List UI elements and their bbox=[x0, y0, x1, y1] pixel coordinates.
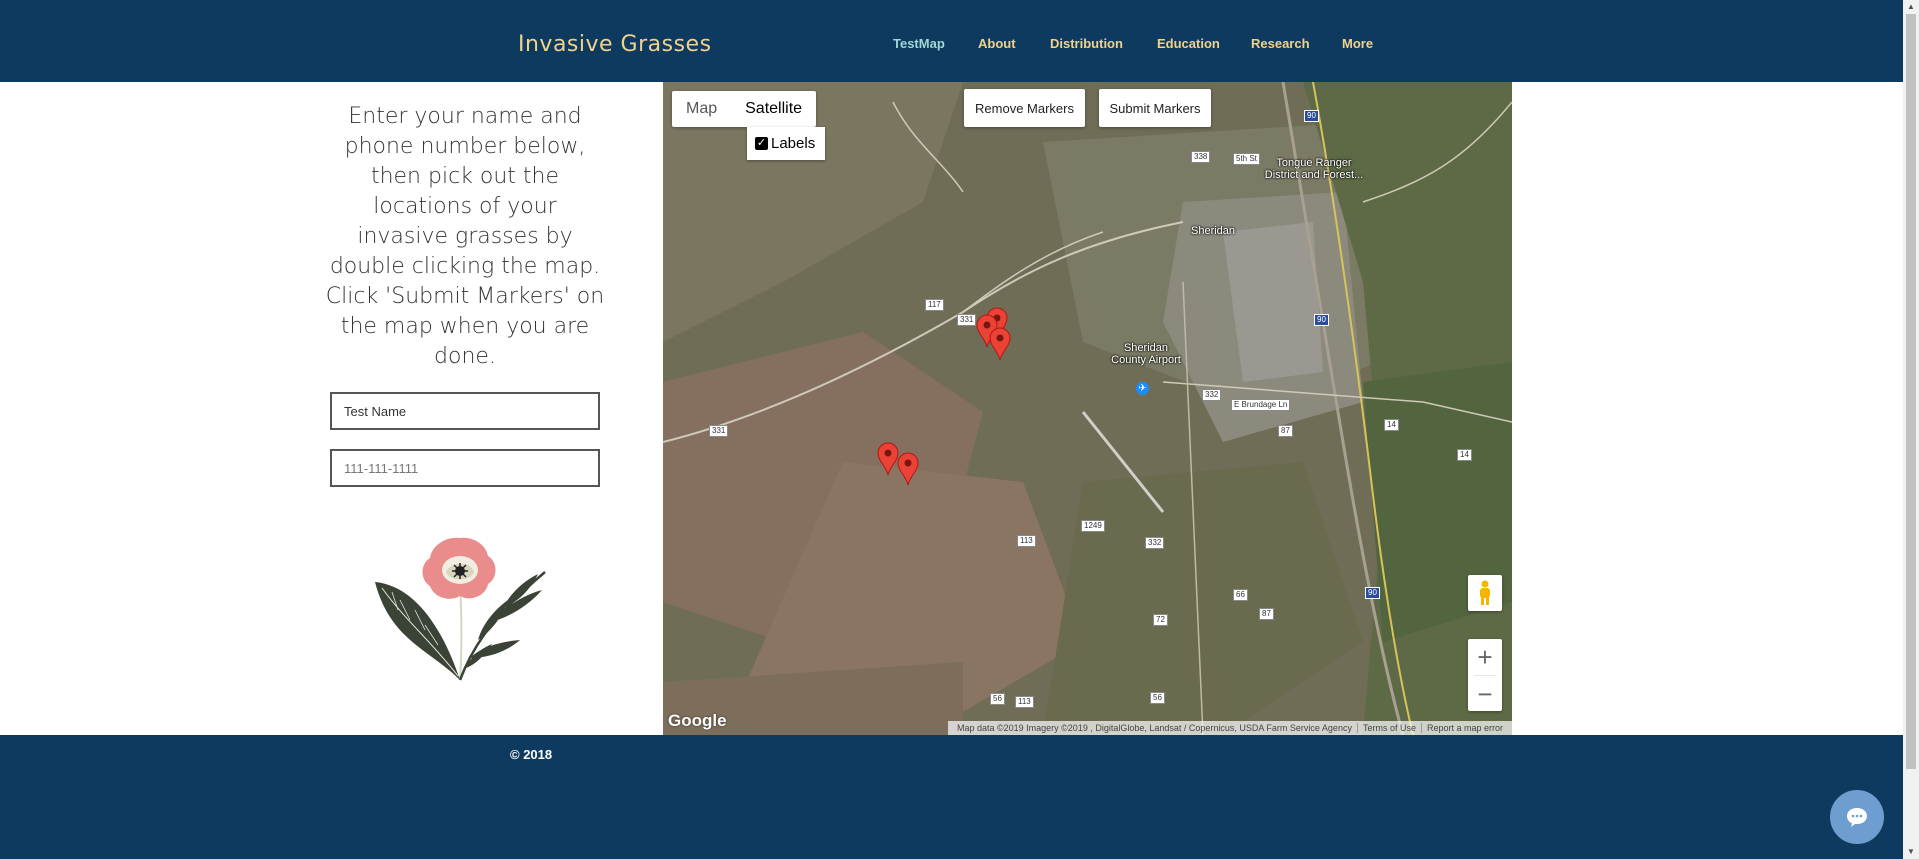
map-marker-icon[interactable] bbox=[877, 442, 899, 476]
name-field-value: Test Name bbox=[344, 403, 407, 419]
map-attribution: Map data ©2019 Imagery ©2019 , DigitalGl… bbox=[947, 721, 1512, 735]
zoom-out-button[interactable]: − bbox=[1468, 676, 1502, 712]
site-footer: © 2018 bbox=[0, 735, 1903, 859]
place-label-airport: Sheridan County Airport bbox=[1111, 342, 1181, 366]
labels-toggle[interactable]: ✓ Labels bbox=[747, 127, 825, 160]
road-shield: 117 bbox=[925, 299, 944, 311]
report-error-link[interactable]: Report a map error bbox=[1422, 723, 1508, 733]
place-label-sheridan: Sheridan bbox=[1191, 225, 1236, 237]
nav-item-research[interactable]: Research bbox=[1251, 36, 1310, 51]
map-marker-icon[interactable] bbox=[897, 452, 919, 486]
terms-link[interactable]: Terms of Use bbox=[1358, 723, 1421, 733]
site-header: Invasive Grasses TestMap About Distribut… bbox=[0, 0, 1903, 82]
road-shield: 113 bbox=[1015, 696, 1034, 708]
road-shield: 5th St bbox=[1233, 153, 1260, 165]
pegman-figure bbox=[1480, 580, 1490, 605]
nav-item-education[interactable]: Education bbox=[1157, 36, 1220, 51]
phone-field[interactable]: 111-111-1111 bbox=[330, 449, 600, 487]
road-shield: 72 bbox=[1153, 614, 1168, 626]
road-shield: 90 bbox=[1304, 110, 1319, 122]
nav-item-about[interactable]: About bbox=[978, 36, 1016, 51]
satellite-imagery bbox=[663, 82, 1512, 735]
map-type-satellite[interactable]: Satellite bbox=[731, 91, 816, 127]
scroll-up-icon[interactable]: ▲ bbox=[1903, 0, 1919, 14]
nav-item-more[interactable]: More bbox=[1342, 36, 1373, 51]
pegman-icon[interactable] bbox=[1468, 575, 1502, 611]
map-type-map[interactable]: Map bbox=[672, 91, 731, 127]
road-shield: 90 bbox=[1365, 587, 1380, 599]
road-shield: 332 bbox=[1145, 537, 1165, 549]
road-shield: 338 bbox=[1191, 151, 1211, 163]
road-shield: 14 bbox=[1457, 449, 1472, 461]
road-shield: 113 bbox=[1017, 535, 1036, 547]
scroll-down-icon[interactable]: ▼ bbox=[1903, 845, 1919, 859]
road-shield: 1249 bbox=[1081, 520, 1105, 532]
google-logo: Google bbox=[668, 711, 727, 730]
attribution-text: Map data ©2019 Imagery ©2019 , DigitalGl… bbox=[956, 723, 1352, 733]
scroll-thumb[interactable] bbox=[1906, 14, 1916, 769]
nav-item-testmap[interactable]: TestMap bbox=[893, 36, 945, 51]
road-shield: 332 bbox=[1202, 389, 1222, 401]
zoom-in-button[interactable]: + bbox=[1468, 639, 1502, 675]
labels-toggle-label: Labels bbox=[771, 135, 816, 152]
road-shield: 56 bbox=[1150, 692, 1165, 704]
road-shield: 56 bbox=[990, 693, 1005, 705]
road-shield: 90 bbox=[1314, 314, 1329, 326]
road-shield: 14 bbox=[1384, 419, 1399, 431]
chat-button[interactable] bbox=[1830, 790, 1884, 844]
page-scrollbar[interactable]: ▲ ▼ bbox=[1903, 0, 1919, 859]
page: Invasive Grasses TestMap About Distribut… bbox=[0, 0, 1919, 859]
name-field[interactable]: Test Name bbox=[330, 392, 600, 430]
phone-field-placeholder: 111-111-1111 bbox=[344, 460, 419, 476]
flower-illustration bbox=[375, 537, 546, 681]
submit-markers-button[interactable]: Submit Markers bbox=[1099, 89, 1211, 127]
map-type-control: Map Satellite bbox=[672, 91, 817, 127]
chat-icon bbox=[1847, 808, 1867, 827]
place-label-ranger: Tongue Ranger District and Forest... bbox=[1264, 157, 1364, 181]
copyright-text: © 2018 bbox=[510, 747, 553, 762]
map-view[interactable]: Sheridan Sheridan County Airport Tongue … bbox=[663, 82, 1512, 735]
road-shield: 331 bbox=[709, 425, 729, 437]
remove-markers-button[interactable]: Remove Markers bbox=[964, 89, 1085, 127]
road-shield: 331 bbox=[957, 314, 977, 326]
road-shield: 87 bbox=[1259, 608, 1274, 620]
instructions-text: Enter your name and phone number below, … bbox=[325, 104, 605, 369]
road-shield: 66 bbox=[1233, 589, 1248, 601]
airport-icon: ✈ bbox=[1136, 382, 1149, 395]
nav-item-distribution[interactable]: Distribution bbox=[1050, 36, 1123, 51]
site-title[interactable]: Invasive Grasses bbox=[518, 32, 712, 57]
map-marker-icon[interactable] bbox=[989, 327, 1011, 361]
road-shield: E Brundage Ln bbox=[1231, 399, 1291, 411]
checkbox-icon[interactable]: ✓ bbox=[755, 137, 768, 150]
road-shield: 87 bbox=[1278, 425, 1293, 437]
zoom-control: + − bbox=[1468, 639, 1502, 711]
